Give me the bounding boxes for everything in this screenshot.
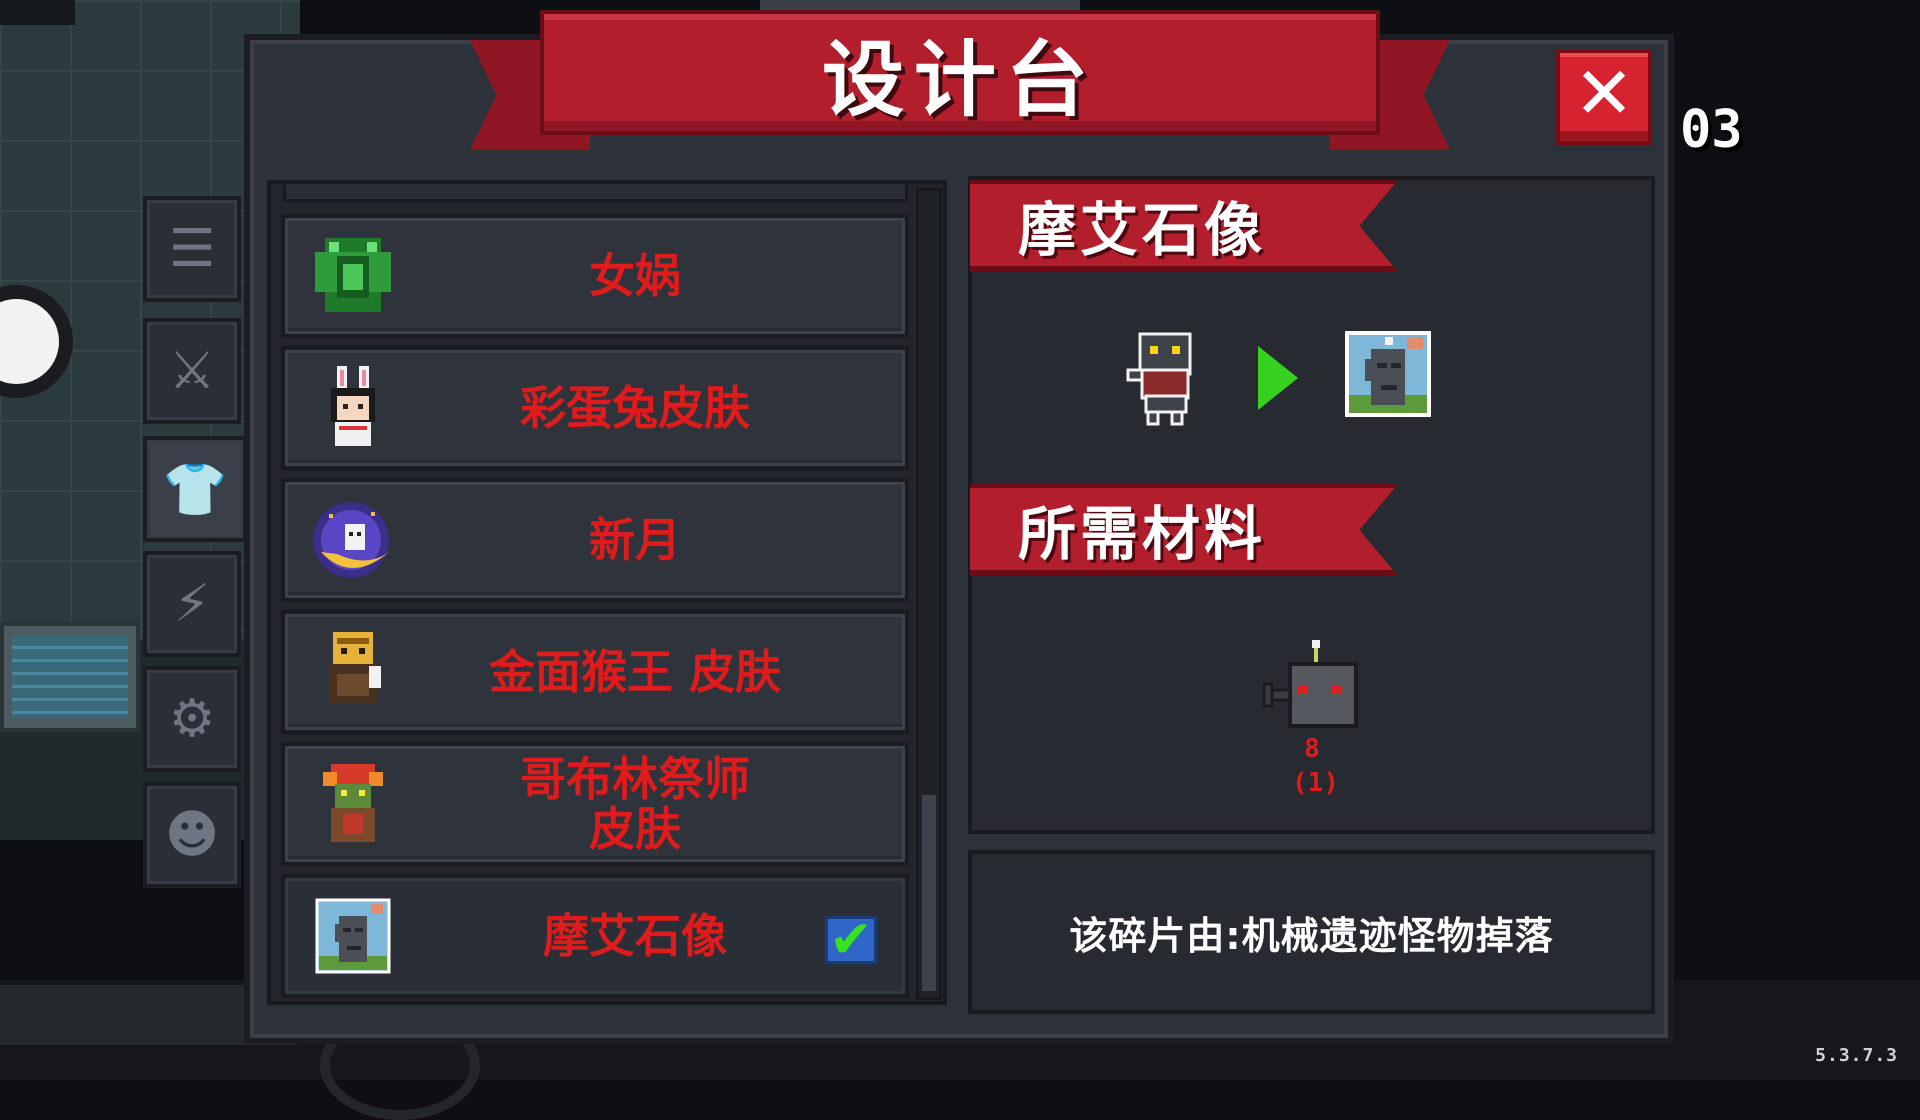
list-item-label: 彩蛋兔皮肤 xyxy=(520,381,750,435)
monkey-king-icon xyxy=(329,632,381,704)
material-count: 8 xyxy=(1304,734,1320,764)
scrollbar-thumb[interactable] xyxy=(922,795,936,991)
blueprint-character-icon xyxy=(1126,332,1192,426)
tab-robots[interactable]: ⚙ xyxy=(143,666,241,772)
item-name-ribbon: 摩艾石像 xyxy=(970,180,1398,272)
list-item[interactable]: 哥布林祭师 皮肤 xyxy=(281,742,909,866)
moai-skin-preview-icon xyxy=(1345,331,1431,417)
nuwa-icon xyxy=(315,238,391,312)
counter-text: 03 xyxy=(1680,100,1743,160)
list-item[interactable]: 女娲 xyxy=(281,214,909,338)
item-name: 摩艾石像 xyxy=(1018,196,1267,264)
check-icon: ✔ xyxy=(829,910,873,970)
tab-skills[interactable]: ⚡ xyxy=(143,551,241,657)
goblin-priest-icon xyxy=(323,764,383,842)
moai-icon xyxy=(315,898,391,974)
list-item[interactable]: 新月 xyxy=(281,478,909,602)
arrow-right-icon xyxy=(1258,346,1298,410)
tab-pets[interactable]: ☻ xyxy=(143,782,241,888)
close-icon: ✕ xyxy=(1573,51,1635,135)
background-monitor xyxy=(0,622,140,732)
list-item-label: 哥布林祭师 皮肤 xyxy=(520,752,750,856)
pet-icon: ☻ xyxy=(164,805,220,865)
version-label: 5.3.7.3 xyxy=(1815,1045,1898,1066)
blueprint-list[interactable]: 女娲 彩蛋兔皮肤 新月 金面猴王 皮肤 哥布林祭师 皮肤 摩艾石像 ✔ xyxy=(267,180,947,1005)
close-button[interactable]: ✕ xyxy=(1556,49,1652,145)
title-ribbon: 设计台 xyxy=(470,10,1450,160)
weapon-icon: ⚔ xyxy=(168,341,216,401)
list-item-label: 摩艾石像 xyxy=(543,909,727,963)
list-item-label: 女娲 xyxy=(589,249,681,303)
materials-ribbon: 所需材料 xyxy=(970,484,1398,576)
list-item[interactable]: 彩蛋兔皮肤 xyxy=(281,346,909,470)
list-icon: ☰ xyxy=(168,219,216,279)
selected-checkbox[interactable]: ✔ xyxy=(825,910,877,970)
list-item-partial xyxy=(283,184,908,202)
tab-weapons[interactable]: ⚔ xyxy=(143,318,241,424)
list-item[interactable]: 金面猴王 皮肤 xyxy=(281,610,909,734)
materials-title: 所需材料 xyxy=(1018,500,1267,568)
list-item-label: 金面猴王 皮肤 xyxy=(488,645,781,699)
tab-list[interactable]: ☰ xyxy=(143,196,241,302)
lightning-icon: ⚡ xyxy=(173,574,211,634)
background-shadow xyxy=(0,0,75,25)
crescent-icon xyxy=(313,502,389,578)
shirt-icon: 👕 xyxy=(162,459,228,520)
robot-icon: ⚙ xyxy=(168,689,216,749)
list-item-label: 新月 xyxy=(589,513,681,567)
mech-fragment-icon xyxy=(1262,640,1358,728)
background-top-strip xyxy=(760,0,1080,10)
material-owned: (1) xyxy=(1292,768,1339,798)
page-title: 设计台 xyxy=(821,33,1098,128)
list-scrollbar[interactable] xyxy=(916,188,942,1000)
description-text: 该碎片由:机械遗迹怪物掉落 xyxy=(1069,913,1554,958)
list-item-selected[interactable]: 摩艾石像 ✔ xyxy=(281,874,909,998)
bunny-icon xyxy=(331,366,375,446)
tab-skins[interactable]: 👕 xyxy=(143,436,247,542)
drop-source-description: 该碎片由:机械遗迹怪物掉落 xyxy=(968,850,1655,1014)
title-banner: 设计台 xyxy=(540,10,1380,135)
